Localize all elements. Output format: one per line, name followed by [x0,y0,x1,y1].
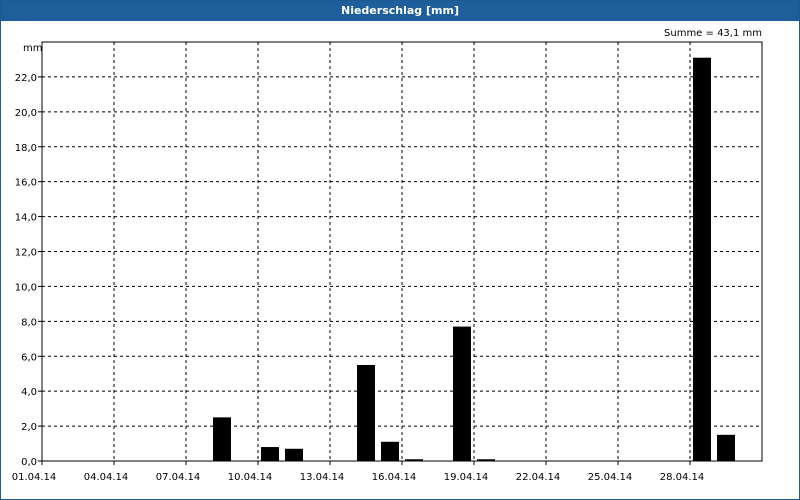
y-tick-label: 22,0 [15,73,37,84]
bar [261,447,279,461]
bar-chart: 0,0 2,0 4,0 6,0 8,0 10,0 12,0 14,0 16,0 18,0 20,0 2… [12,28,763,483]
y-tick-label: 4,0 [21,387,37,398]
y-tick-label: 8,0 [21,317,37,328]
bar [285,448,303,461]
bar [213,417,231,461]
y-tick-label: 0,0 [21,457,37,468]
y-tick-label: 18,0 [15,143,37,154]
bar [717,434,735,461]
chart-window: Niederschlag [mm] 0,0 2,0 4,0 6,0 8,0 10,0 12,… [0,0,800,500]
y-axis-unit-label: mm [23,43,42,54]
y-tick-label: 10,0 [15,282,37,293]
x-tick-label: 10.04.14 [228,472,273,483]
x-tick-label: 04.04.14 [84,472,129,483]
bar [381,441,399,461]
bar [453,326,471,461]
y-tick-label: 20,0 [15,108,37,119]
x-tick-label: 28.04.14 [660,472,705,483]
y-tick-label: 2,0 [21,422,37,433]
y-tick-label: 16,0 [15,178,37,189]
sum-label: Summe = 43,1 mm [664,28,762,39]
y-tick-label: 12,0 [15,248,37,259]
x-tick-label: 25.04.14 [588,472,633,483]
x-tick-label: 13.04.14 [300,472,345,483]
x-tick-label: 01.04.14 [12,472,57,483]
y-tick-label: 14,0 [15,213,37,224]
bar [693,57,711,462]
grid-lines [42,42,762,461]
axes [38,41,763,465]
x-tick-label: 16.04.14 [372,472,417,483]
bar [357,364,375,461]
chart-title: Niederschlag [mm] [1,1,799,21]
x-tick-label: 19.04.14 [444,472,489,483]
x-tick-label: 22.04.14 [516,472,561,483]
y-tick-label: 6,0 [21,352,37,363]
x-tick-label: 07.04.14 [156,472,201,483]
